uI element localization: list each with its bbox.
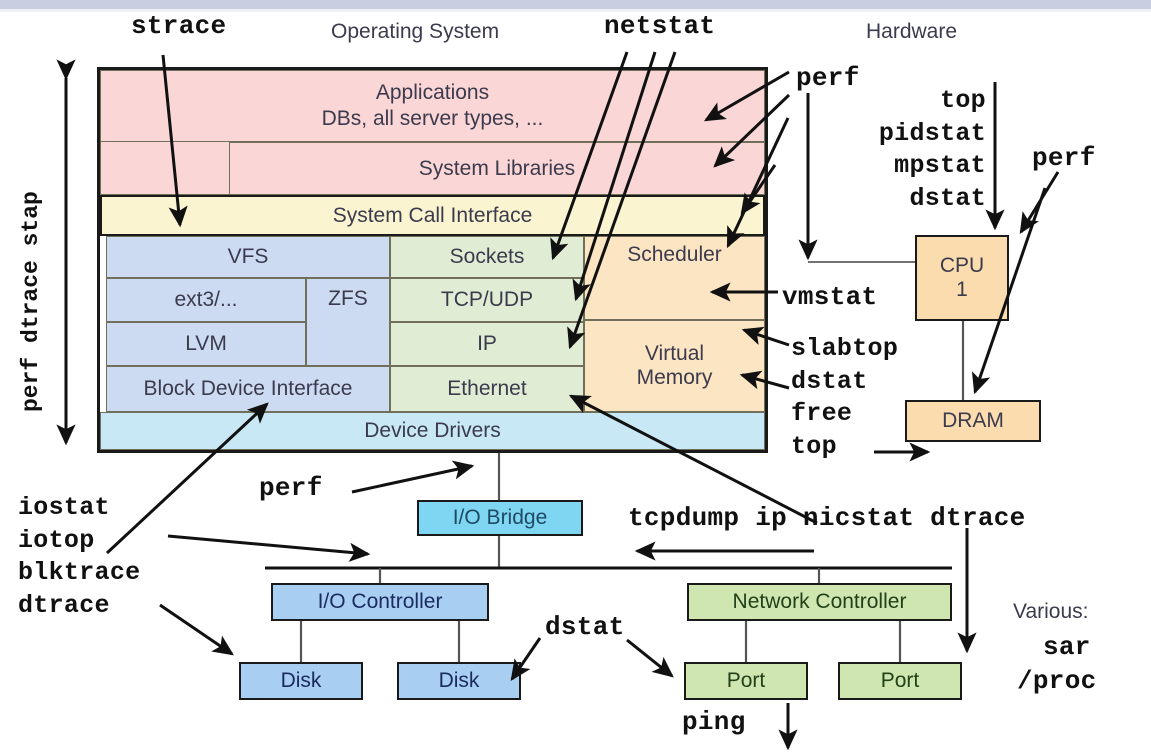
diagram-canvas: Operating System Hardware perf dtrace st… — [0, 0, 1151, 754]
device-drivers-box: Device Drivers — [100, 412, 765, 450]
lvm-box: LVM — [106, 322, 306, 366]
applications-box: Applications DBs, all server types, ... — [100, 70, 765, 142]
memory-tools-label: slabtop dstat free top — [791, 334, 899, 461]
io-bridge-box: I/O Bridge — [417, 500, 583, 536]
strace-label: strace — [131, 11, 227, 41]
applications-label: Applications — [375, 81, 490, 105]
proc-label: /proc — [1017, 666, 1097, 696]
block-device-interface-box: Block Device Interface — [106, 366, 390, 412]
various-label: Various: — [1013, 600, 1089, 623]
port-box-1: Port — [684, 662, 808, 700]
ethernet-box: Ethernet — [390, 366, 584, 412]
cpu-box: CPU 1 — [915, 235, 1009, 321]
virtual-memory-label-line1: Virtual — [644, 342, 705, 366]
perf-far-right-label: perf — [1032, 143, 1096, 173]
system-libraries-box: System Libraries — [229, 142, 765, 195]
heading-hardware: Hardware — [866, 20, 958, 43]
ping-label: ping — [682, 707, 746, 737]
port-box-2: Port — [838, 662, 962, 700]
virtual-memory-label-line2: Memory — [636, 366, 713, 389]
cpu-tools-label: top pidstat mpstat dstat — [878, 86, 986, 213]
disk-box-2: Disk — [397, 662, 521, 700]
netstat-label: netstat — [604, 11, 716, 41]
io-tools-label: iostat iotop blktrace dtrace — [18, 493, 141, 620]
heading-operating-system: Operating System — [331, 20, 500, 43]
perf-bridge-label: perf — [259, 473, 323, 503]
system-call-interface-box: System Call Interface — [100, 195, 765, 236]
ext3-box: ext3/... — [106, 278, 306, 322]
network-tools-label: tcpdump ip nicstat dtrace — [628, 503, 1026, 533]
cpu-label-line1: CPU — [939, 254, 985, 278]
applications-sublabel: DBs, all server types, ... — [321, 107, 544, 130]
virtual-memory-box: Virtual Memory — [584, 320, 765, 412]
zfs-box: ZFS — [306, 278, 390, 366]
sockets-box: Sockets — [390, 236, 584, 278]
dstat-disk-label: dstat — [545, 612, 625, 642]
vmstat-label: vmstat — [782, 282, 878, 312]
disk-box-1: Disk — [239, 662, 363, 700]
left-axis-tools-label: perf dtrace stap — [18, 191, 44, 412]
tcp-udp-box: TCP/UDP — [390, 278, 584, 322]
io-controller-box: I/O Controller — [271, 583, 489, 621]
applications-pink-filler — [100, 142, 229, 195]
sar-label: sar — [1043, 632, 1091, 662]
window-top-bar — [0, 0, 1151, 9]
scheduler-box: Scheduler — [584, 236, 765, 320]
ip-box: IP — [390, 322, 584, 366]
network-controller-box: Network Controller — [687, 583, 952, 621]
dram-box: DRAM — [905, 400, 1041, 442]
vfs-box: VFS — [106, 236, 390, 278]
perf-bridge-arrow — [351, 460, 475, 494]
cpu-label-line2: 1 — [956, 278, 968, 301]
